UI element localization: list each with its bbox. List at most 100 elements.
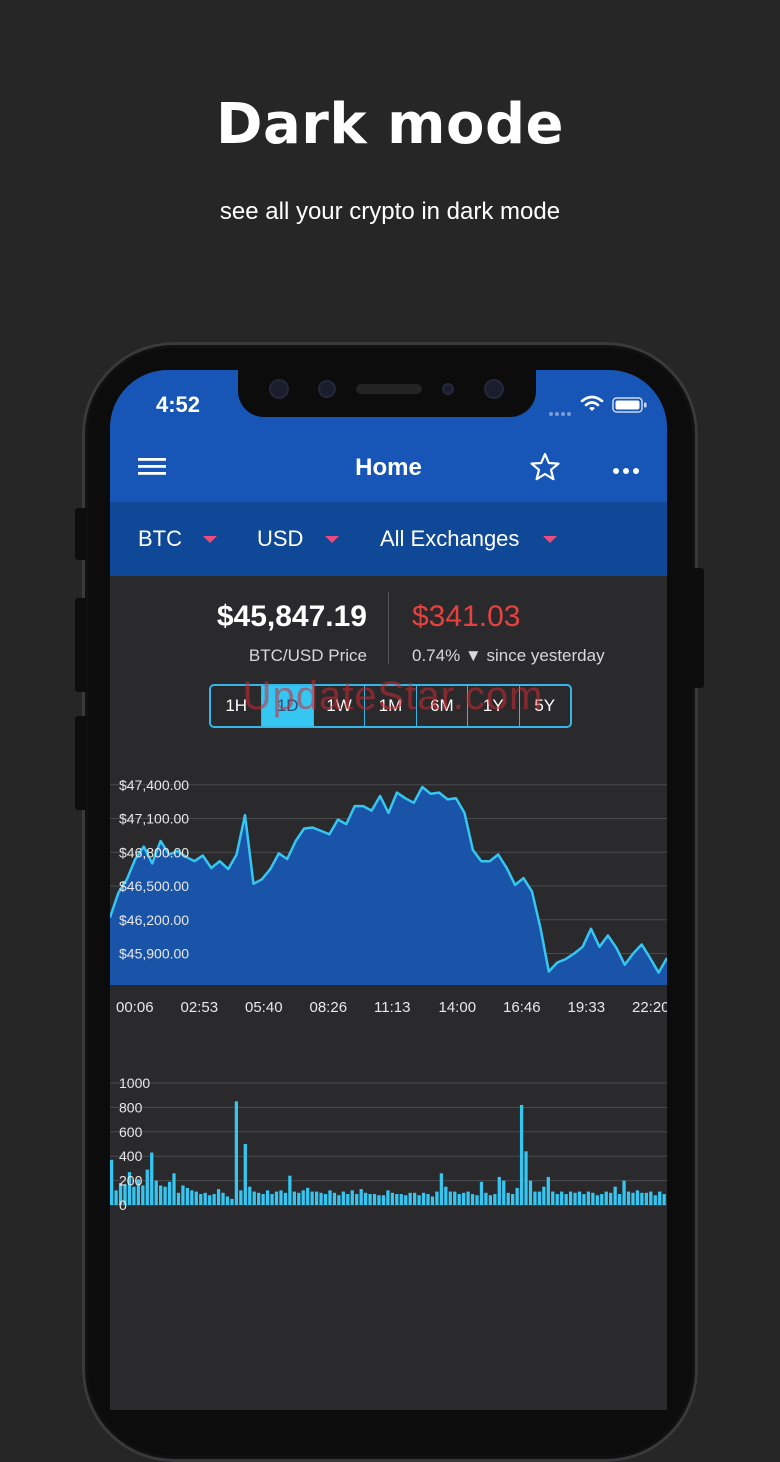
volume-bar — [172, 1173, 176, 1205]
volume-bar — [163, 1186, 167, 1205]
volume-bar — [194, 1191, 198, 1205]
volume-bar — [609, 1192, 613, 1205]
volume-bar — [363, 1192, 368, 1205]
volume-bar — [225, 1196, 230, 1205]
volume-bar — [488, 1195, 493, 1205]
proximity-sensor-icon — [444, 385, 452, 393]
volume-bar — [524, 1151, 528, 1205]
volume-bar — [640, 1192, 644, 1205]
x-tick-label: 05:40 — [245, 999, 283, 1016]
volume-bar — [493, 1194, 497, 1205]
phone-side-button-volume-up — [75, 598, 87, 692]
volume-bar — [310, 1191, 314, 1205]
volume-bar — [537, 1191, 542, 1205]
volume-bar — [346, 1194, 350, 1205]
volume-bar — [448, 1191, 452, 1205]
volume-bar — [159, 1185, 163, 1205]
x-tick-label: 08:26 — [310, 999, 348, 1016]
volume-bar — [568, 1191, 573, 1205]
volume-bar — [341, 1191, 345, 1205]
battery-icon — [612, 396, 648, 414]
volume-tick-label: 200 — [119, 1173, 143, 1189]
volume-bar — [203, 1192, 207, 1205]
volume-bar — [519, 1104, 524, 1205]
volume-bar — [444, 1186, 448, 1205]
volume-bar — [399, 1194, 403, 1205]
y-tick-label: $46,800.00 — [119, 844, 189, 860]
volume-bar — [413, 1192, 417, 1205]
price-value: $45,847.19 — [216, 600, 367, 633]
volume-bar — [221, 1192, 225, 1205]
volume-bar — [323, 1194, 328, 1205]
promo-subline: see all your crypto in dark mode — [219, 198, 561, 225]
more-icon[interactable] — [612, 462, 640, 474]
currency-caret-icon[interactable] — [325, 536, 339, 543]
volume-bar — [502, 1180, 506, 1205]
currency-selector[interactable]: USD — [257, 526, 303, 552]
volume-bar — [297, 1192, 301, 1205]
coin-caret-icon[interactable] — [203, 536, 217, 543]
page-title: Home — [355, 454, 422, 481]
x-tick-label: 02:53 — [181, 999, 219, 1016]
price-chart: $47,400.00 $47,100.00 $46,800.00 $46,500.00… — [110, 777, 667, 1016]
volume-tick-label: 600 — [119, 1124, 143, 1140]
volume-bar — [176, 1192, 181, 1205]
app-screen: 4:52 Home BTC USD All Exchanges $45,847.… — [110, 370, 667, 1410]
front-camera-icon — [271, 381, 287, 397]
volume-bar — [595, 1195, 599, 1205]
x-tick-label: 00:06 — [116, 999, 154, 1016]
exchange-selector[interactable]: All Exchanges — [380, 526, 519, 552]
volume-bar — [216, 1189, 221, 1205]
volume-bar — [252, 1191, 256, 1205]
volume-bar — [462, 1192, 466, 1205]
volume-bar — [288, 1175, 292, 1205]
volume-bar — [475, 1195, 479, 1205]
volume-bar — [132, 1186, 136, 1205]
volume-bar — [604, 1191, 608, 1205]
volume-bar — [359, 1189, 363, 1205]
volume-bar — [644, 1192, 648, 1205]
x-tick-label: 14:00 — [439, 999, 477, 1016]
volume-bar — [208, 1195, 212, 1205]
volume-bar — [270, 1194, 274, 1205]
coin-selector[interactable]: BTC — [138, 526, 182, 552]
volume-tick-label: 400 — [119, 1148, 143, 1164]
volume-bar — [506, 1192, 510, 1205]
change-value: $341.03 — [412, 600, 521, 633]
volume-bar — [274, 1191, 279, 1205]
phone-side-button-power — [692, 568, 704, 688]
volume-bar — [586, 1191, 591, 1205]
volume-bar — [600, 1194, 604, 1205]
volume-bar — [212, 1194, 216, 1205]
volume-bar — [564, 1194, 568, 1205]
volume-tick-label: 0 — [119, 1197, 127, 1213]
volume-bar — [199, 1194, 203, 1205]
volume-bar — [635, 1190, 640, 1205]
volume-bar — [328, 1190, 332, 1205]
volume-bar — [319, 1192, 323, 1205]
earpiece-speaker — [356, 384, 422, 394]
volume-bar — [542, 1186, 546, 1205]
star-icon[interactable] — [530, 452, 560, 482]
nav-bar: Home — [110, 430, 667, 502]
volume-bar — [626, 1191, 631, 1205]
volume-bar — [114, 1190, 118, 1205]
volume-bar — [560, 1191, 564, 1205]
watermark: UpdateStar.com — [242, 674, 544, 718]
x-tick-label: 16:46 — [503, 999, 541, 1016]
exchange-caret-icon[interactable] — [543, 536, 557, 543]
price-label: BTC/USD Price — [248, 646, 367, 665]
volume-bar — [649, 1191, 653, 1205]
volume-bar — [622, 1180, 626, 1205]
volume-bar — [190, 1190, 194, 1205]
volume-bar — [551, 1191, 555, 1205]
phone-notch — [238, 370, 536, 417]
volume-bar — [306, 1187, 310, 1205]
volume-bar — [577, 1191, 582, 1205]
volume-bar — [377, 1195, 381, 1205]
y-tick-label: $46,200.00 — [119, 912, 189, 928]
status-time: 4:52 — [156, 392, 201, 417]
volume-bar — [261, 1194, 265, 1205]
phone-side-button-silent — [75, 508, 87, 560]
wifi-icon — [580, 395, 604, 413]
